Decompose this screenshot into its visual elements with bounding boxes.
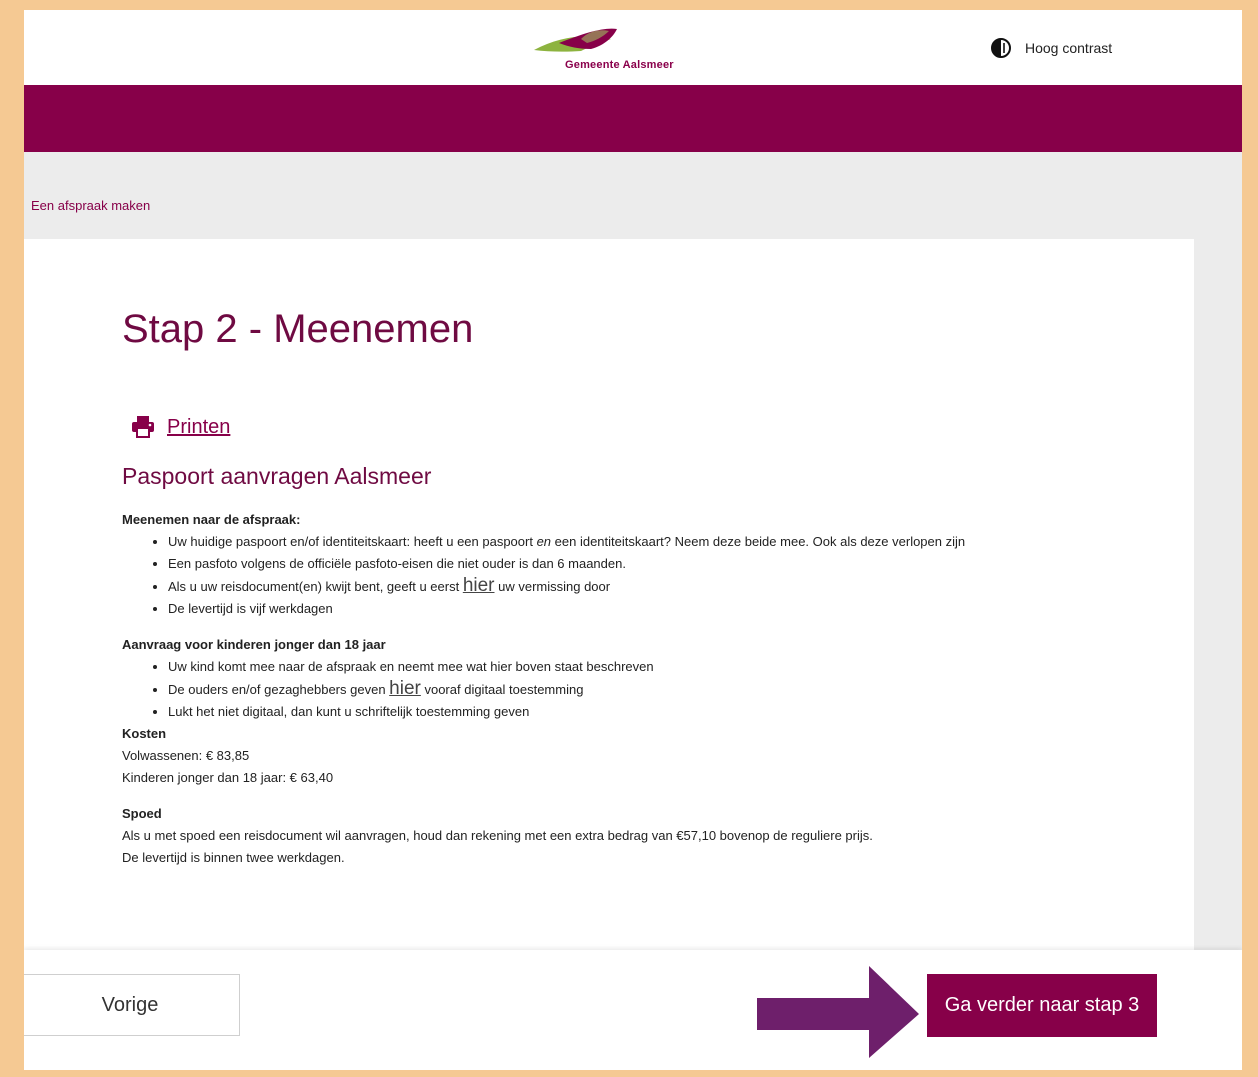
arrow-right-icon (757, 966, 919, 1058)
printer-icon (130, 415, 156, 439)
list-item: De levertijd is vijf werkdagen (168, 598, 1162, 620)
list-item: Een pasfoto volgens de officiële pasfoto… (168, 553, 1162, 575)
cost-children: Kinderen jonger dan 18 jaar: € 63,40 (122, 770, 334, 785)
gemeente-aalsmeer-logo[interactable]: Gemeente Aalsmeer (529, 25, 689, 75)
high-contrast-toggle[interactable]: Hoog contrast (990, 37, 1112, 59)
cost-adults: Volwassenen: € 83,85 (122, 748, 250, 763)
print-link[interactable]: Printen (130, 415, 230, 439)
children-list: Uw kind komt mee naar de afspraak en nee… (122, 656, 1162, 723)
section-title: Paspoort aanvragen Aalsmeer (122, 463, 432, 489)
contrast-label: Hoog contrast (1025, 40, 1113, 56)
page-title: Stap 2 - Meenemen (122, 307, 474, 351)
list-item: De ouders en/of gezaghebbers geven hier … (168, 678, 1162, 701)
top-header: Gemeente Aalsmeer Hoog contrast (24, 10, 1242, 85)
list-item: Lukt het niet digitaal, dan kunt u schri… (168, 701, 1162, 723)
bring-heading: Meenemen naar de afspraak: (122, 512, 301, 527)
footer-nav: Vorige Ga verder naar stap 3 (24, 950, 1242, 1070)
print-label: Printen (167, 415, 231, 438)
content-card: Stap 2 - Meenemen Printen Paspoort aanvr… (24, 239, 1194, 959)
next-step-button[interactable]: Ga verder naar stap 3 (927, 974, 1157, 1037)
costs-heading: Kosten (122, 726, 167, 741)
logo-text: Gemeente Aalsmeer (565, 59, 674, 71)
brand-bar (24, 85, 1242, 152)
urgent-line2: De levertijd is binnen twee werkdagen. (122, 850, 345, 865)
urgent-heading: Spoed (122, 806, 162, 821)
urgent-line1: Als u met spoed een reisdocument wil aan… (122, 828, 873, 843)
consent-link[interactable]: hier (389, 678, 421, 699)
list-item: Uw kind komt mee naar de afspraak en nee… (168, 656, 1162, 678)
list-item: Uw huidige paspoort en/of identiteitskaa… (168, 531, 1162, 553)
contrast-icon (990, 37, 1012, 59)
content-body: Meenemen naar de afspraak: Uw huidige pa… (122, 509, 1162, 869)
app-frame: Gemeente Aalsmeer Hoog contrast Een afsp… (24, 10, 1242, 1070)
previous-button[interactable]: Vorige (24, 974, 240, 1036)
report-loss-link[interactable]: hier (463, 575, 495, 596)
children-heading: Aanvraag voor kinderen jonger dan 18 jaa… (122, 637, 386, 652)
bring-list: Uw huidige paspoort en/of identiteitskaa… (122, 531, 1162, 620)
breadcrumb[interactable]: Een afspraak maken (31, 198, 150, 213)
list-item: Als u uw reisdocument(en) kwijt bent, ge… (168, 575, 1162, 598)
